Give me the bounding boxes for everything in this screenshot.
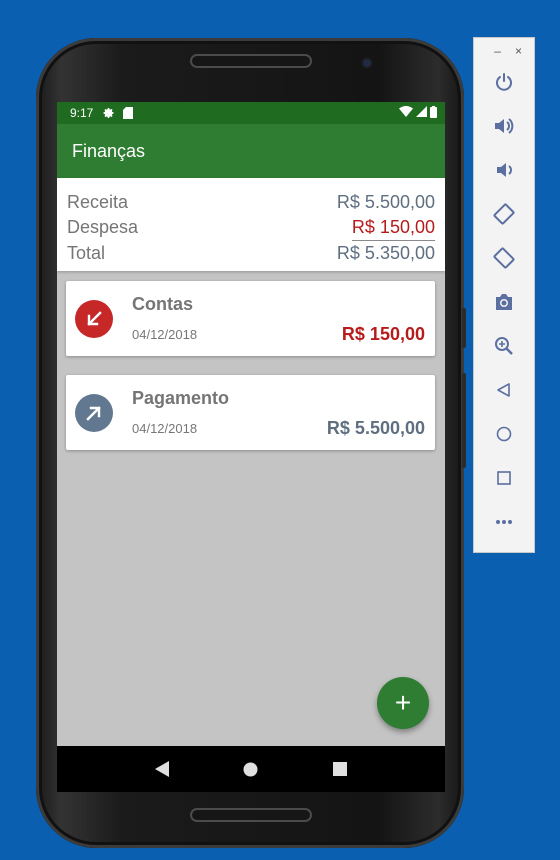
transaction-title: Contas (132, 294, 194, 314)
receita-label: Receita (67, 192, 129, 212)
phone-volume-button (462, 373, 466, 468)
transaction-card[interactable]: Contas 04/12/2018 R$ 150,00 (66, 281, 435, 356)
battery-icon (430, 105, 437, 121)
phone-screen: 9:17 Finanças Receita R$ 5.500,00 Despes… (57, 102, 445, 792)
nav-back-icon[interactable] (147, 754, 177, 784)
arrow-up-right-icon (75, 394, 113, 432)
zoom-icon[interactable] (474, 324, 534, 368)
emulator-toolbar: – × (474, 38, 534, 552)
more-icon[interactable] (474, 500, 534, 544)
summary-row-despesa: Despesa R$ 150,00 (67, 215, 435, 241)
transaction-date: 04/12/2018 (132, 421, 198, 436)
transaction-title: Pagamento (132, 388, 230, 408)
toolbar-window-controls: – × (474, 38, 534, 60)
status-time: 9:17 (70, 106, 94, 120)
transaction-date: 04/12/2018 (132, 327, 198, 342)
phone-power-button (462, 308, 466, 348)
summary-row-receita: Receita R$ 5.500,00 (67, 190, 435, 215)
overview-icon[interactable] (474, 456, 534, 500)
app-bar: Finanças (57, 124, 445, 178)
back-icon[interactable] (474, 368, 534, 412)
settings-icon (103, 107, 115, 119)
add-transaction-button[interactable]: + (377, 677, 429, 729)
receita-value: R$ 5.500,00 (336, 192, 435, 212)
volume-down-icon[interactable] (474, 148, 534, 192)
nav-home-icon[interactable] (236, 754, 266, 784)
home-icon[interactable] (474, 412, 534, 456)
power-icon[interactable] (474, 60, 534, 104)
app-title: Finanças (72, 140, 146, 161)
phone-camera (363, 59, 371, 67)
phone-top-speaker (190, 54, 312, 68)
summary-panel: Receita R$ 5.500,00 Despesa R$ 150,00 To… (57, 178, 445, 271)
camera-icon[interactable] (474, 280, 534, 324)
total-label: Total (67, 243, 106, 263)
wifi-icon (399, 106, 413, 120)
rotate-left-icon[interactable] (474, 192, 534, 236)
transaction-card[interactable]: Pagamento 04/12/2018 R$ 5.500,00 (66, 375, 435, 450)
signal-icon (416, 106, 427, 120)
despesa-value: R$ 150,00 (351, 215, 435, 241)
minimize-button[interactable]: – (494, 44, 501, 60)
despesa-label: Despesa (67, 217, 139, 237)
transaction-amount: R$ 5.500,00 (326, 418, 425, 438)
nav-overview-icon[interactable] (325, 754, 355, 784)
volume-up-icon[interactable] (474, 104, 534, 148)
close-button[interactable]: × (515, 44, 522, 60)
status-right-icons (399, 105, 437, 121)
phone-bottom-speaker (190, 808, 312, 822)
rotate-right-icon[interactable] (474, 236, 534, 280)
summary-row-total: Total R$ 5.350,00 (67, 241, 435, 266)
arrow-down-left-icon (75, 300, 113, 338)
sd-card-icon (123, 107, 134, 119)
transaction-amount: R$ 150,00 (341, 324, 425, 344)
android-nav-bar (57, 746, 445, 792)
total-value: R$ 5.350,00 (336, 243, 435, 263)
status-bar: 9:17 (57, 102, 445, 124)
